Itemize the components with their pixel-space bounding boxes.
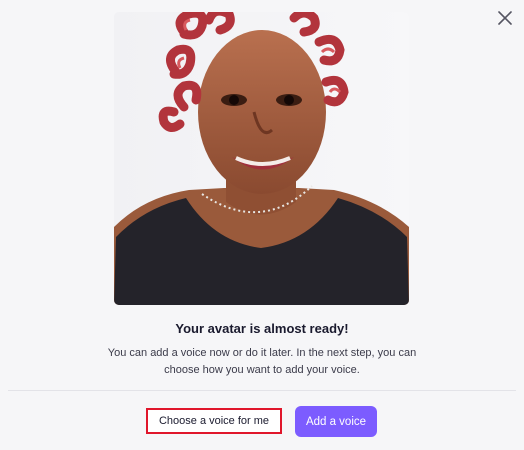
add-voice-button[interactable]: Add a voice <box>295 406 377 437</box>
close-icon <box>498 11 512 25</box>
dialog-title: Your avatar is almost ready! <box>175 321 349 336</box>
choose-voice-for-me-button[interactable]: Choose a voice for me <box>146 408 282 434</box>
close-button[interactable] <box>496 9 514 27</box>
footer-divider <box>8 390 516 391</box>
dialog-description: You can add a voice now or do it later. … <box>107 347 417 376</box>
avatar-preview-image <box>114 12 409 305</box>
avatar-ready-dialog: Your avatar is almost ready! You can add… <box>0 0 524 450</box>
